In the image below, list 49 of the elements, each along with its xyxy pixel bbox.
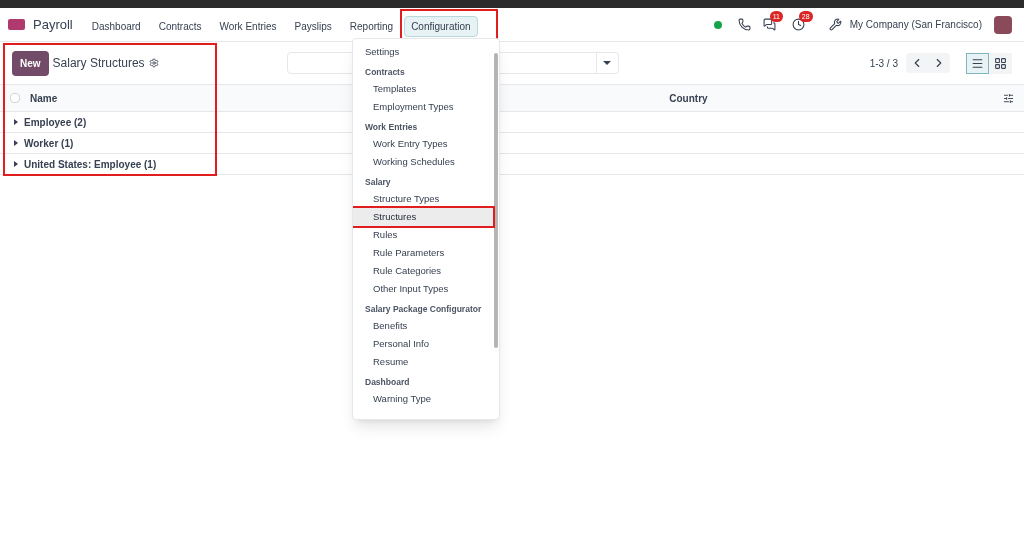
chat-icon[interactable] — [762, 18, 776, 31]
list-view-button[interactable] — [966, 52, 989, 74]
nav-menu-item[interactable]: Payslips — [287, 15, 339, 37]
menu-item[interactable]: Rules — [353, 226, 494, 244]
kanban-view-button[interactable] — [989, 52, 1012, 74]
avatar[interactable] — [994, 15, 1012, 34]
column-settings-icon[interactable] — [1003, 92, 1014, 104]
menu-section-header: Contracts — [364, 66, 406, 79]
menu-section-header: Work Entries — [364, 121, 419, 134]
menu-item[interactable]: Employment Types — [353, 98, 494, 116]
group-label[interactable]: Worker (1) — [24, 135, 74, 151]
menu-item[interactable]: Structures — [353, 208, 494, 226]
phone-icon[interactable] — [737, 18, 751, 31]
company-name[interactable]: My Company (San Francisco) — [849, 17, 982, 32]
menu-item[interactable]: Other Input Types — [353, 280, 494, 298]
tools-icon[interactable] — [828, 18, 842, 31]
menu-item[interactable]: Rule Categories — [353, 262, 494, 280]
nav-menu-item[interactable]: Dashboard — [84, 15, 148, 37]
caret-icon — [603, 61, 612, 65]
pager-value: 1-3 / 3 — [869, 56, 898, 71]
column-header[interactable]: Country — [669, 90, 708, 106]
menu-item[interactable]: Benefits — [353, 317, 494, 335]
nav-menu-item[interactable]: Configuration — [404, 15, 478, 37]
menu-item[interactable]: Work Entry Types — [353, 135, 494, 153]
menu-item[interactable]: Warning Type — [353, 390, 494, 408]
menu-section-header: Salary Package Configurator — [364, 303, 483, 316]
menu-item[interactable]: Rule Parameters — [353, 244, 494, 262]
column-header[interactable]: Name — [30, 90, 58, 106]
menu-item[interactable]: Settings — [353, 43, 494, 61]
menu-item[interactable]: Templates — [353, 80, 494, 98]
nav-menu-item[interactable]: Reporting — [342, 15, 401, 37]
menu-item[interactable]: Working Schedules — [353, 153, 494, 171]
select-all-checkbox[interactable] — [10, 93, 20, 103]
group-label[interactable]: United States: Employee (1) — [24, 156, 157, 172]
page-title: Salary Structures — [52, 55, 145, 72]
nav-menu-item[interactable]: Work Entries — [212, 15, 284, 37]
menu-section-header: Dashboard — [364, 376, 411, 389]
nav-menu-item[interactable]: Contracts — [151, 15, 209, 37]
menu-item[interactable]: Personal Info — [353, 335, 494, 353]
new-button[interactable]: New — [12, 50, 49, 76]
group-label[interactable]: Employee (2) — [24, 114, 87, 130]
menu-section-header: Salary — [364, 176, 392, 189]
clock-icon[interactable] — [791, 18, 805, 31]
list-icon — [971, 56, 984, 70]
app-name[interactable]: Payroll — [33, 14, 73, 35]
menu-item[interactable]: Structure Types — [353, 190, 494, 208]
menu-item[interactable]: Resume — [353, 353, 494, 371]
settings-icon[interactable] — [148, 58, 159, 68]
grid-icon — [994, 56, 1007, 70]
